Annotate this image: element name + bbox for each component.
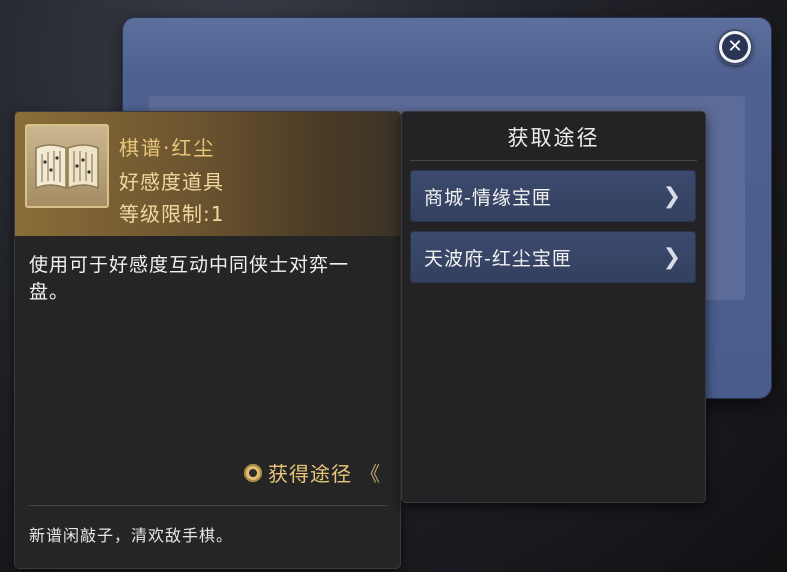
divider	[410, 160, 697, 161]
open-book-icon	[25, 124, 109, 208]
obtain-routes-link[interactable]: 获得途径 《	[244, 458, 381, 487]
item-name: 棋谱·红尘	[119, 136, 216, 160]
item-header: 棋谱·红尘 好感度道具 等级限制:1	[15, 112, 400, 236]
item-type: 好感度道具	[119, 170, 224, 194]
item-level-requirement: 等级限制:1	[119, 202, 225, 226]
route-item-tianbo[interactable]: 天波府-红尘宝匣 ❯	[410, 231, 696, 283]
route-item-shop[interactable]: 商城-情缘宝匣 ❯	[410, 170, 696, 222]
divider	[29, 505, 387, 506]
obtain-routes-label: 获得途径	[268, 462, 352, 486]
close-icon: ✕	[722, 34, 748, 60]
route-label: 商城-情缘宝匣	[424, 186, 552, 209]
close-button[interactable]: ✕	[717, 29, 753, 65]
obtain-routes-panel: 获取途径 商城-情缘宝匣 ❯ 天波府-红尘宝匣 ❯	[402, 112, 705, 502]
chevron-right-icon: ❯	[662, 244, 682, 270]
item-flavor-text: 新谱闲敲子，清欢敌手棋。	[29, 526, 234, 545]
double-chevron-left-icon: 《	[360, 462, 381, 486]
route-label: 天波府-红尘宝匣	[424, 247, 572, 270]
chevron-right-icon: ❯	[662, 183, 682, 209]
item-description: 使用可于好感度互动中同侠士对弈一盘。	[29, 254, 350, 303]
coin-icon	[244, 463, 262, 482]
item-tooltip: 棋谱·红尘 好感度道具 等级限制:1 使用可于好感度互动中同侠士对弈一盘。 获得…	[15, 112, 400, 568]
routes-title: 获取途径	[507, 126, 600, 150]
